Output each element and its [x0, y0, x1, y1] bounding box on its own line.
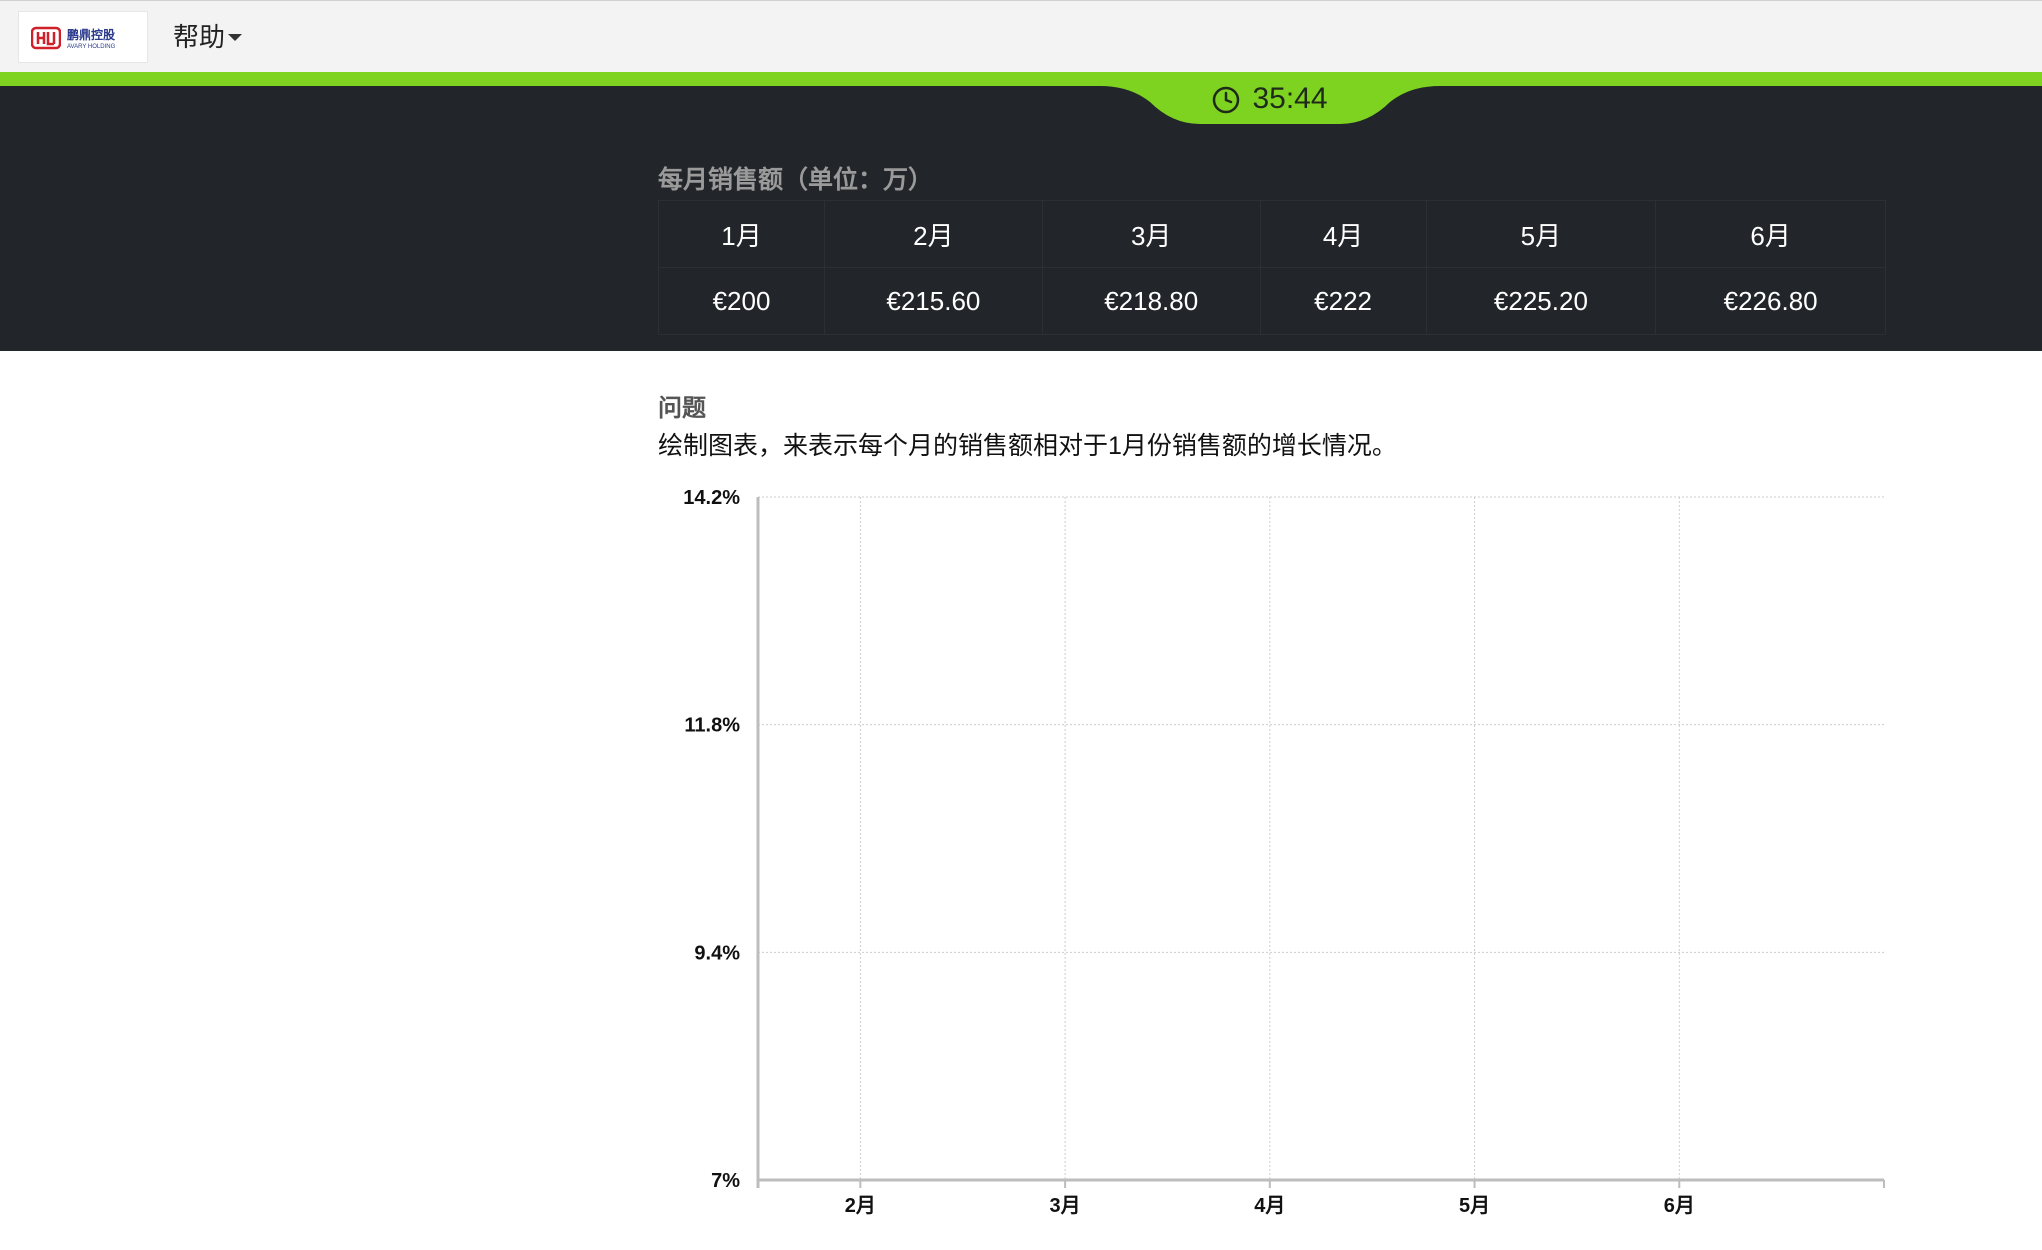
x-tick-label: 3月 — [1050, 1195, 1081, 1217]
month-cell: 6月 — [1655, 200, 1886, 268]
month-cell: 2月 — [823, 200, 1043, 268]
month-cell: 3月 — [1041, 200, 1261, 268]
sales-value-cell: €225.20 — [1425, 267, 1657, 335]
question-title: 问题 — [658, 395, 706, 422]
x-tick-label: 5月 — [1459, 1195, 1490, 1217]
x-tick-label: 6月 — [1664, 1195, 1695, 1217]
x-tick-label: 2月 — [845, 1195, 876, 1217]
sales-table-title: 每月销售额（单位：万） — [658, 166, 934, 194]
x-tick-label: 4月 — [1254, 1195, 1285, 1217]
logo-icon — [31, 26, 61, 50]
y-tick-label: 11.8% — [684, 715, 740, 737]
y-tick-label: 9.4% — [694, 942, 740, 964]
help-dropdown[interactable]: 帮助 — [173, 17, 243, 54]
sales-table: 1月 2月 3月 4月 5月 6月 €200 €215.60 €218.80 €… — [658, 200, 1886, 335]
sales-value-cell: €218.80 — [1041, 267, 1261, 335]
y-tick-label: 14.2% — [683, 487, 740, 509]
month-cell: 5月 — [1425, 200, 1657, 268]
month-cell: 4月 — [1259, 200, 1427, 268]
top-navbar: 鹏鼎控股 AVARY HOLDING 帮助 — [0, 0, 2042, 72]
countdown-timer: 35:44 — [1100, 72, 1440, 126]
month-header-row: 1月 2月 3月 4月 5月 6月 — [658, 200, 1886, 268]
question-text: 绘制图表，来表示每个月的销售额相对于1月份销售额的增长情况。 — [658, 432, 1397, 460]
caret-down-icon — [228, 34, 243, 41]
sales-value-cell: €200 — [658, 267, 825, 335]
y-tick-label: 7% — [711, 1170, 740, 1192]
sales-value-cell: €215.60 — [823, 267, 1043, 335]
logo-text: 鹏鼎控股 — [67, 28, 116, 42]
company-logo[interactable]: 鹏鼎控股 AVARY HOLDING — [18, 11, 148, 63]
help-label: 帮助 — [173, 22, 226, 52]
sales-value-row: €200 €215.60 €218.80 €222 €225.20 €226.8… — [658, 267, 1886, 335]
sales-value-cell: €226.80 — [1655, 267, 1886, 335]
growth-chart[interactable]: 14.2% 11.8% 9.4% 7% 2月 3月 4月 5月 6月 — [660, 470, 1900, 1230]
timer-value: 35:44 — [1252, 82, 1328, 115]
logo-subtext: AVARY HOLDING — [67, 44, 116, 50]
clock-icon — [1213, 86, 1240, 114]
month-cell: 1月 — [658, 200, 825, 268]
sales-value-cell: €222 — [1259, 267, 1427, 335]
